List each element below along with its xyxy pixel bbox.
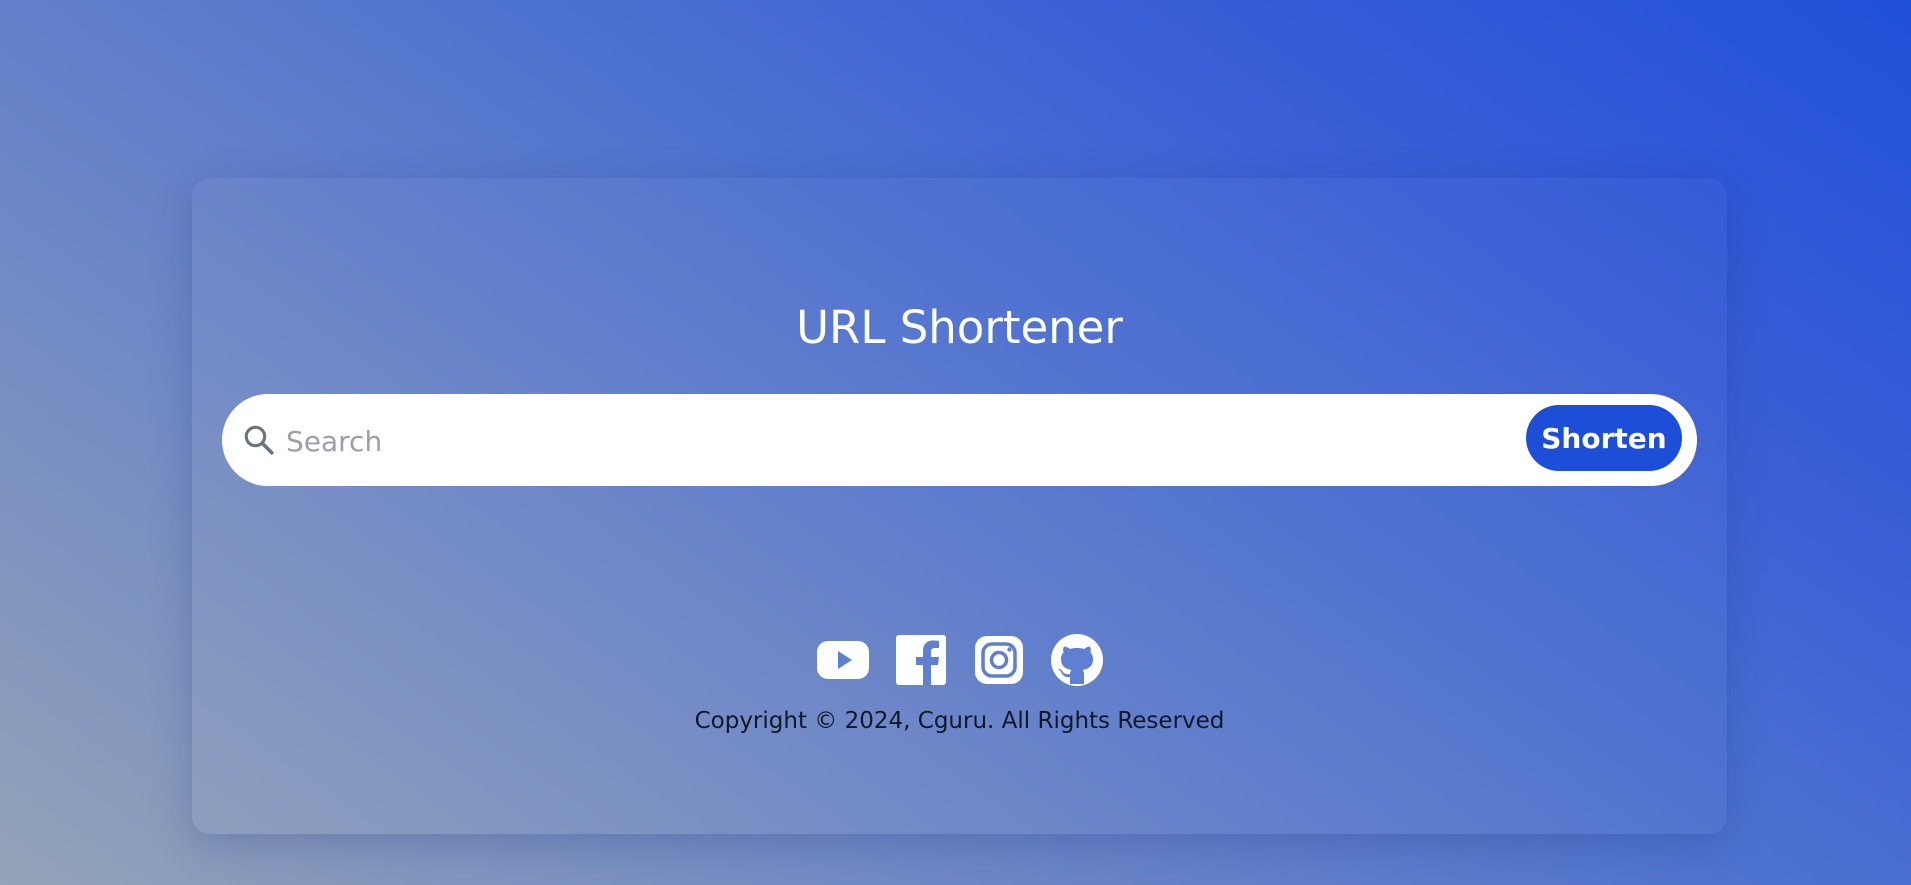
github-icon bbox=[1050, 634, 1103, 686]
search-bar: Shorten bbox=[222, 394, 1697, 486]
instagram-icon bbox=[974, 636, 1023, 684]
copyright-text: Copyright © 2024, Cguru. All Rights Rese… bbox=[694, 708, 1225, 734]
page-title: URL Shortener bbox=[796, 301, 1123, 354]
shorten-button[interactable]: Shorten bbox=[1526, 405, 1682, 471]
facebook-link[interactable] bbox=[895, 634, 947, 686]
main-card: URL Shortener Shorten bbox=[192, 178, 1727, 834]
github-link[interactable] bbox=[1050, 634, 1103, 686]
social-links bbox=[192, 634, 1727, 686]
youtube-icon bbox=[816, 641, 869, 679]
search-input[interactable] bbox=[284, 414, 1518, 468]
instagram-link[interactable] bbox=[973, 634, 1025, 686]
facebook-icon bbox=[895, 635, 946, 685]
search-icon bbox=[244, 425, 274, 455]
youtube-link[interactable] bbox=[816, 634, 869, 686]
